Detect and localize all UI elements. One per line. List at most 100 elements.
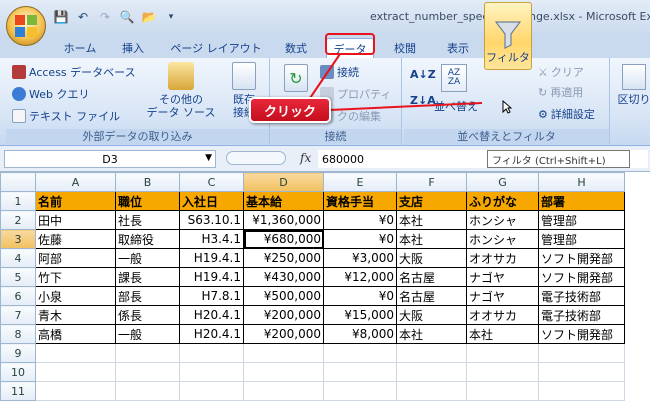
cell[interactable] bbox=[323, 343, 397, 363]
cell[interactable]: 名古屋 bbox=[396, 286, 467, 306]
cell[interactable] bbox=[396, 362, 467, 382]
open-folder-icon[interactable]: 📂 bbox=[140, 8, 158, 26]
cell[interactable]: S63.10.1 bbox=[179, 210, 244, 230]
cell[interactable]: ¥12,000 bbox=[323, 267, 397, 287]
column-header[interactable]: G bbox=[466, 172, 539, 192]
tab-data[interactable]: データ bbox=[326, 38, 374, 58]
undo-icon[interactable]: ↶ bbox=[74, 8, 92, 26]
cell[interactable] bbox=[243, 381, 324, 401]
row-header[interactable]: 5 bbox=[0, 267, 36, 287]
cell[interactable]: 管理部 bbox=[538, 229, 625, 249]
cell[interactable] bbox=[396, 343, 467, 363]
column-header[interactable]: F bbox=[396, 172, 467, 192]
advanced-button[interactable]: ⚙ 詳細設定 bbox=[538, 106, 595, 122]
cell[interactable]: ふりがな bbox=[466, 191, 539, 211]
cell[interactable]: 名古屋 bbox=[396, 267, 467, 287]
cell[interactable]: H19.4.1 bbox=[179, 248, 244, 268]
office-button[interactable] bbox=[6, 6, 46, 46]
column-header[interactable]: H bbox=[538, 172, 625, 192]
sort-button[interactable]: 並べ替え bbox=[434, 98, 478, 114]
row-header[interactable]: 11 bbox=[0, 381, 36, 401]
cell[interactable] bbox=[179, 381, 244, 401]
sort-descending-button[interactable]: Z↓A bbox=[410, 94, 436, 107]
column-header[interactable]: E bbox=[323, 172, 397, 192]
cell[interactable]: ¥1,360,000 bbox=[243, 210, 324, 230]
cell[interactable]: 小泉 bbox=[35, 286, 116, 306]
tab-page-layout[interactable]: ページ レイアウト bbox=[166, 38, 266, 58]
fx-icon[interactable]: fx bbox=[300, 151, 311, 165]
cell[interactable] bbox=[179, 362, 244, 382]
cell[interactable]: 社長 bbox=[115, 210, 180, 230]
row-header[interactable]: 6 bbox=[0, 286, 36, 306]
cell[interactable]: ¥0 bbox=[323, 286, 397, 306]
reapply-button[interactable]: ↻ 再適用 bbox=[538, 84, 583, 100]
cell[interactable] bbox=[115, 381, 180, 401]
cell[interactable] bbox=[538, 381, 625, 401]
tab-home[interactable]: ホーム bbox=[58, 38, 102, 58]
cell[interactable] bbox=[35, 362, 116, 382]
print-preview-icon[interactable]: 🔍 bbox=[118, 8, 136, 26]
cell[interactable]: H3.4.1 bbox=[179, 229, 244, 249]
column-header[interactable]: A bbox=[35, 172, 116, 192]
cell[interactable] bbox=[538, 343, 625, 363]
row-header[interactable]: 4 bbox=[0, 248, 36, 268]
cell[interactable] bbox=[466, 343, 539, 363]
save-icon[interactable]: 💾 bbox=[52, 8, 70, 26]
cell[interactable] bbox=[35, 381, 116, 401]
column-header[interactable]: C bbox=[179, 172, 244, 192]
cell[interactable]: 管理部 bbox=[538, 210, 625, 230]
tab-view[interactable]: 表示 bbox=[436, 38, 480, 58]
name-box[interactable]: D3 ▼ bbox=[4, 150, 216, 168]
column-header-selected[interactable]: D bbox=[243, 172, 324, 192]
cell[interactable]: 竹下 bbox=[35, 267, 116, 287]
cell[interactable] bbox=[466, 362, 539, 382]
cell[interactable]: 部長 bbox=[115, 286, 180, 306]
row-header[interactable]: 2 bbox=[0, 210, 36, 230]
cell[interactable]: 青木 bbox=[35, 305, 116, 325]
cell[interactable] bbox=[466, 381, 539, 401]
cell[interactable]: H7.8.1 bbox=[179, 286, 244, 306]
row-header[interactable]: 1 bbox=[0, 191, 36, 211]
cell[interactable]: 本社 bbox=[396, 324, 467, 344]
cell[interactable]: 基本給 bbox=[243, 191, 324, 211]
cell[interactable] bbox=[538, 362, 625, 382]
row-header[interactable]: 10 bbox=[0, 362, 36, 382]
cell[interactable]: ¥430,000 bbox=[243, 267, 324, 287]
cell[interactable]: 本社 bbox=[396, 210, 467, 230]
cell[interactable]: H19.4.1 bbox=[179, 267, 244, 287]
cell[interactable]: 阿部 bbox=[35, 248, 116, 268]
cell[interactable]: ¥15,000 bbox=[323, 305, 397, 325]
cell[interactable]: 資格手当 bbox=[323, 191, 397, 211]
cell[interactable]: ¥0 bbox=[323, 210, 397, 230]
cell[interactable]: H20.4.1 bbox=[179, 305, 244, 325]
cell[interactable]: 職位 bbox=[115, 191, 180, 211]
select-all-corner[interactable] bbox=[0, 172, 36, 192]
cell[interactable]: 取締役 bbox=[115, 229, 180, 249]
cell[interactable] bbox=[179, 343, 244, 363]
cell[interactable]: 係長 bbox=[115, 305, 180, 325]
cell[interactable]: 部署 bbox=[538, 191, 625, 211]
cell[interactable]: ソフト開発部 bbox=[538, 267, 625, 287]
row-header[interactable]: 7 bbox=[0, 305, 36, 325]
cell[interactable] bbox=[323, 362, 397, 382]
cell[interactable] bbox=[243, 362, 324, 382]
cell[interactable]: ナゴヤ bbox=[466, 286, 539, 306]
filter-button[interactable]: フィルタ bbox=[484, 2, 532, 70]
row-header[interactable]: 9 bbox=[0, 343, 36, 363]
cell[interactable]: 一般 bbox=[115, 248, 180, 268]
cell[interactable]: オオサカ bbox=[466, 305, 539, 325]
row-header[interactable]: 3 bbox=[0, 229, 36, 249]
refresh-all-button[interactable]: ↻ bbox=[278, 64, 314, 92]
clear-button[interactable]: ⚔ クリア bbox=[538, 64, 584, 80]
sort-ascending-button[interactable]: A↓Z bbox=[410, 68, 436, 81]
cell[interactable]: 大阪 bbox=[396, 305, 467, 325]
cell[interactable] bbox=[396, 381, 467, 401]
cell[interactable] bbox=[115, 362, 180, 382]
cell[interactable]: ホンシャ bbox=[466, 210, 539, 230]
cell[interactable]: ¥500,000 bbox=[243, 286, 324, 306]
cell[interactable]: 田中 bbox=[35, 210, 116, 230]
cell[interactable]: ホンシャ bbox=[466, 229, 539, 249]
cell[interactable]: H20.4.1 bbox=[179, 324, 244, 344]
cell[interactable]: 本社 bbox=[396, 229, 467, 249]
other-sources-button[interactable]: その他の データ ソース bbox=[146, 62, 216, 119]
